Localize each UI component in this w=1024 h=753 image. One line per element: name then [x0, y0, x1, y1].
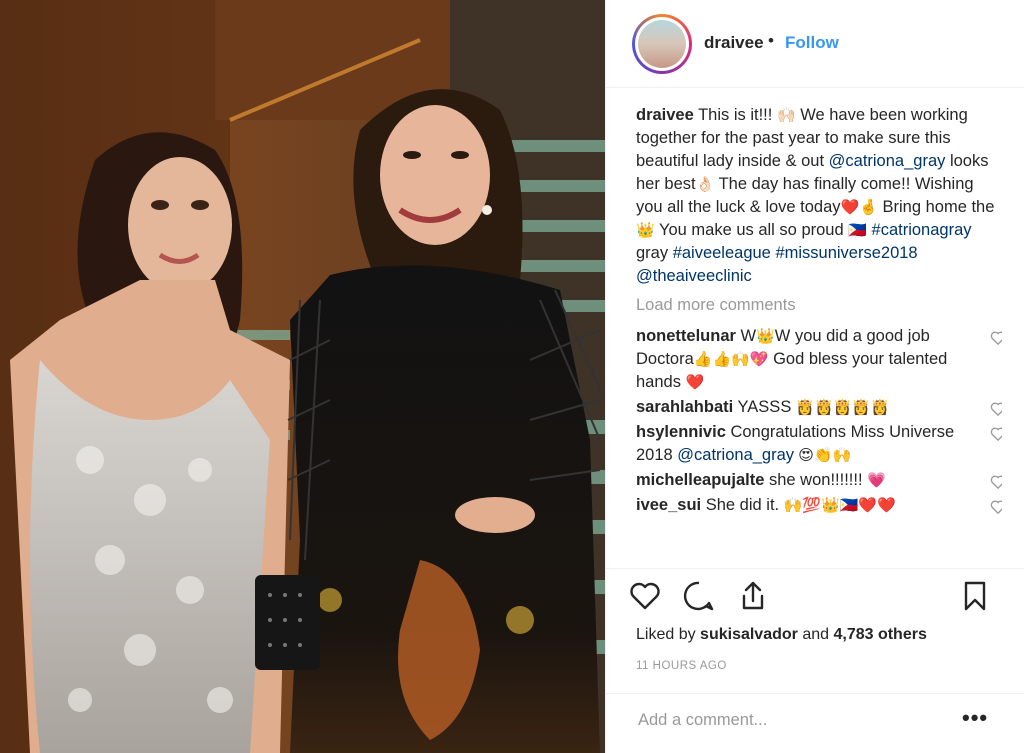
- comment-text: She did it.: [705, 496, 784, 514]
- caption-emoji: 👌🏻: [695, 176, 715, 193]
- caption-emoji: ❤️🤞: [840, 199, 878, 216]
- more-options-icon[interactable]: •••: [962, 705, 988, 731]
- like-icon[interactable]: [628, 579, 662, 613]
- comment-item: nonettelunar W👑W you did a good job Doct…: [636, 325, 1002, 394]
- heart-outline-icon[interactable]: [990, 499, 1002, 514]
- share-icon[interactable]: [736, 579, 770, 613]
- caption-username[interactable]: draivee: [636, 106, 694, 124]
- comment-username[interactable]: sarahlahbati: [636, 398, 733, 416]
- caption-hashtag[interactable]: #catrionagray: [872, 221, 972, 239]
- comment-emoji: 👸👸👸👸👸: [795, 399, 890, 416]
- follow-button[interactable]: Follow: [785, 33, 839, 53]
- likes-user[interactable]: sukisalvador: [700, 626, 798, 643]
- comment-emoji: 👑: [756, 328, 775, 345]
- heart-outline-icon[interactable]: [990, 474, 1002, 489]
- comment-emoji: ❤️: [685, 374, 705, 391]
- heart-outline-icon[interactable]: [990, 401, 1002, 416]
- caption-hashtag[interactable]: #aiveeleague: [673, 244, 771, 262]
- likes-count[interactable]: 4,783 others: [833, 626, 926, 643]
- comment-item: michelleapujalte she won!!!!!!! 💗: [636, 469, 1002, 492]
- action-bar: [606, 568, 1024, 618]
- post-timestamp[interactable]: 11 HOURS AGO: [636, 660, 727, 672]
- caption-hashtag[interactable]: #missuniverse2018: [775, 244, 917, 262]
- caption: draivee This is it!!! 🙌🏻 We have been wo…: [636, 104, 1002, 288]
- likes-summary: Liked by sukisalvador and 4,783 others: [636, 626, 927, 644]
- comment-username[interactable]: ivee_sui: [636, 496, 701, 514]
- post-header: draivee • Follow: [606, 0, 1024, 88]
- comment-item: ivee_sui She did it. 🙌💯👑🇵🇭❤️❤️: [636, 494, 1002, 517]
- comment-username[interactable]: michelleapujalte: [636, 471, 764, 489]
- caption-mention[interactable]: @theaiveeclinic: [636, 267, 752, 285]
- comment-username[interactable]: nonettelunar: [636, 327, 736, 345]
- caption-text: You make us all so proud: [654, 221, 849, 239]
- comment-icon[interactable]: [682, 579, 716, 613]
- add-comment-input[interactable]: [636, 710, 940, 731]
- avatar-image: [638, 20, 686, 68]
- header-username[interactable]: draivee: [704, 33, 764, 53]
- comment-mention[interactable]: @catriona_gray: [677, 446, 794, 464]
- comment-username[interactable]: hsylennivic: [636, 423, 726, 441]
- caption-text: gray: [636, 244, 673, 262]
- caption-text: This is it!!!: [693, 106, 777, 124]
- comment-item: sarahlahbati YASSS 👸👸👸👸👸: [636, 396, 1002, 419]
- comment-emoji: 😍👏🙌: [794, 447, 852, 464]
- avatar[interactable]: [632, 14, 692, 74]
- caption-mention[interactable]: @catriona_gray: [829, 152, 946, 170]
- post-photo-drawing: [0, 0, 605, 753]
- load-more-comments-button[interactable]: Load more comments: [636, 294, 1002, 317]
- likes-mid: and: [797, 626, 834, 643]
- comment-emoji: 👍👍🙌💖: [693, 351, 769, 368]
- post-side-panel: draivee • Follow draivee This is it!!! 🙌…: [605, 0, 1024, 753]
- caption-emoji: 🙌🏻: [776, 107, 796, 124]
- bookmark-icon[interactable]: [958, 579, 992, 613]
- likes-prefix: Liked by: [636, 626, 701, 643]
- add-comment-bar: •••: [606, 693, 1024, 753]
- caption-text: Bring home the: [877, 198, 995, 216]
- caption-emoji: 👑: [636, 222, 655, 239]
- comment-item: hsylennivic Congratulations Miss Univers…: [636, 421, 1002, 467]
- avatar-border: [635, 17, 689, 71]
- heart-outline-icon[interactable]: [990, 330, 1002, 345]
- heart-outline-icon[interactable]: [990, 426, 1002, 441]
- comment-text: W: [740, 327, 757, 345]
- caption-emoji: 🇵🇭: [848, 222, 867, 239]
- comment-emoji: 💗: [867, 472, 886, 489]
- comment-text: she won!!!!!!!: [768, 471, 868, 489]
- comment-emoji: 🙌💯👑🇵🇭❤️❤️: [783, 497, 896, 514]
- comments-list[interactable]: draivee This is it!!! 🙌🏻 We have been wo…: [636, 104, 1002, 558]
- post-photo[interactable]: [0, 0, 605, 753]
- header-separator: •: [768, 31, 774, 50]
- comment-text: YASSS: [737, 398, 796, 416]
